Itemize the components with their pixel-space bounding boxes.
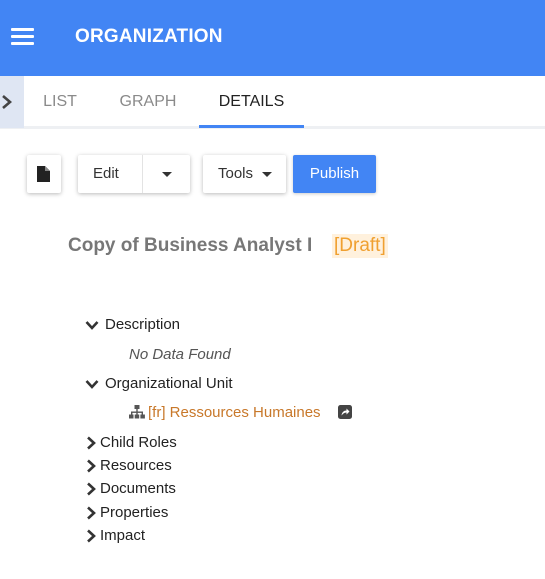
app-title: ORGANIZATION	[75, 26, 223, 47]
edit-button-group: Edit	[78, 155, 190, 193]
empty-state-text: No Data Found	[129, 346, 231, 363]
expand-panel-button[interactable]	[0, 76, 24, 128]
section-description[interactable]: Description	[105, 316, 180, 333]
section-impact[interactable]: Impact	[100, 527, 145, 544]
caret-down-icon	[262, 172, 272, 177]
section-properties[interactable]: Properties	[100, 504, 168, 521]
document-button[interactable]	[27, 155, 61, 193]
page-title: Copy of Business Analyst I	[68, 235, 313, 256]
tools-button-label: Tools	[218, 165, 254, 182]
tab-list[interactable]: LIST	[42, 76, 78, 128]
status-badge: [Draft]	[332, 234, 388, 258]
document-icon	[37, 166, 50, 182]
chevron-down-icon[interactable]	[85, 377, 99, 391]
tools-dropdown-button[interactable]: Tools	[203, 155, 286, 193]
chevron-right-icon[interactable]	[84, 436, 98, 450]
chevron-right-icon[interactable]	[84, 529, 98, 543]
tab-bar: LIST GRAPH DETAILS	[0, 76, 545, 129]
chevron-right-icon	[2, 95, 12, 109]
tab-graph[interactable]: GRAPH	[118, 76, 178, 128]
edit-button[interactable]: Edit	[93, 165, 119, 182]
open-external-icon[interactable]	[338, 405, 352, 419]
section-resources[interactable]: Resources	[100, 457, 172, 474]
org-unit-link[interactable]: [fr] Ressources Humaines	[148, 404, 321, 421]
menu-icon[interactable]	[11, 28, 35, 45]
chevron-right-icon[interactable]	[84, 459, 98, 473]
active-tab-indicator	[199, 125, 304, 128]
caret-down-icon[interactable]	[162, 172, 172, 177]
divider	[142, 155, 143, 193]
chevron-right-icon[interactable]	[84, 482, 98, 496]
section-child-roles[interactable]: Child Roles	[100, 434, 177, 451]
publish-button[interactable]: Publish	[293, 155, 376, 193]
publish-button-label: Publish	[309, 165, 360, 182]
chevron-down-icon[interactable]	[85, 318, 99, 332]
org-chart-icon	[129, 405, 145, 419]
section-documents[interactable]: Documents	[100, 480, 176, 497]
chevron-right-icon[interactable]	[84, 506, 98, 520]
section-organizational-unit[interactable]: Organizational Unit	[105, 375, 233, 392]
top-app-bar: ORGANIZATION	[0, 0, 545, 76]
tab-details[interactable]: DETAILS	[199, 76, 304, 128]
